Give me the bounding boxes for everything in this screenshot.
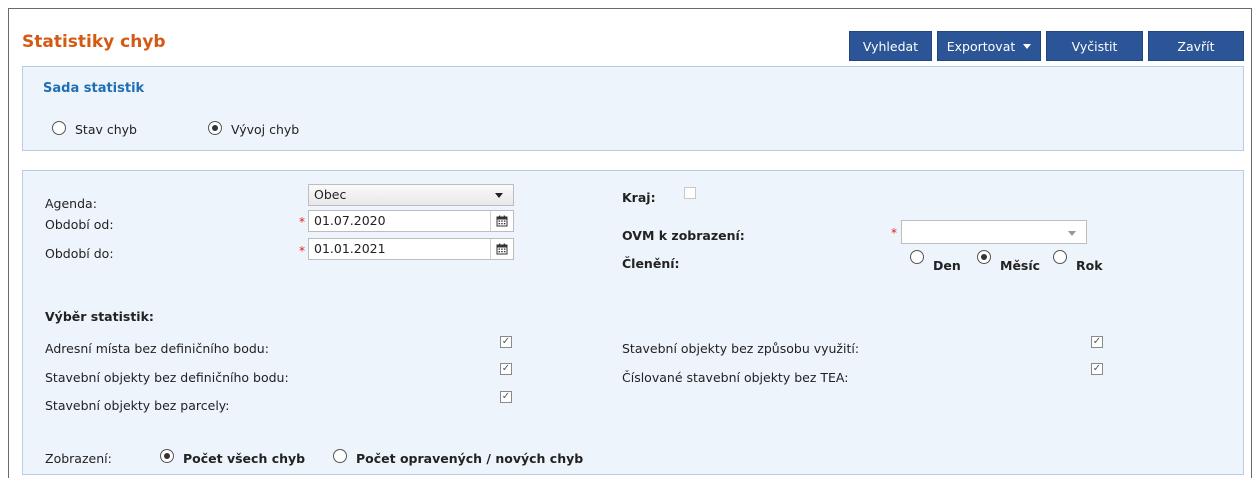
- chevron-down-icon: [495, 193, 503, 198]
- required-marker: *: [299, 244, 305, 258]
- stat-checkbox[interactable]: ✓: [500, 363, 512, 375]
- radio-display-all-label: Počet všech chyb: [183, 451, 306, 466]
- stat-label: Stavební objekty bez parcely:: [45, 398, 230, 413]
- page-title: Statistiky chyb: [22, 32, 166, 52]
- check-icon: ✓: [501, 336, 511, 347]
- check-icon: ✓: [501, 363, 511, 374]
- radio-stav-chyb-label: Stav chyb: [75, 122, 137, 137]
- search-button[interactable]: Vyhledat: [849, 31, 932, 61]
- region-label: Kraj:: [622, 190, 656, 205]
- chevron-down-icon: [1068, 231, 1076, 236]
- stat-set-panel: Sada statistik Stav chyb Vývoj chyb: [22, 66, 1244, 151]
- chevron-down-icon: [1023, 43, 1032, 49]
- period-to-label: Období do:: [45, 246, 114, 261]
- check-icon: ✓: [501, 391, 511, 402]
- required-marker: *: [299, 215, 305, 229]
- radio-breakdown-year-label: Rok: [1076, 258, 1103, 273]
- clear-button-label: Vyčistit: [1071, 38, 1118, 54]
- stat-label: Stavební objekty bez způsobu využití:: [622, 341, 860, 356]
- radio-display-fixed-new[interactable]: [333, 449, 347, 463]
- stat-label: Číslované stavební objekty bez TEA:: [622, 370, 849, 385]
- period-from-input[interactable]: 01.07.2020: [308, 210, 514, 232]
- calendar-icon[interactable]: [490, 211, 513, 231]
- stat-checkbox[interactable]: ✓: [500, 336, 512, 348]
- region-checkbox[interactable]: [684, 187, 696, 199]
- radio-breakdown-year[interactable]: [1053, 250, 1067, 264]
- stat-label: Adresní místa bez definičního bodu:: [45, 341, 269, 356]
- breakdown-label: Členění:: [622, 256, 680, 271]
- period-from-label: Období od:: [45, 217, 114, 232]
- search-button-label: Vyhledat: [862, 38, 919, 54]
- radio-vyvoj-chyb[interactable]: [208, 121, 222, 135]
- ovm-select[interactable]: [901, 220, 1087, 244]
- export-button[interactable]: Exportovat: [937, 31, 1041, 61]
- agenda-label: Agenda:: [45, 196, 97, 211]
- period-to-input[interactable]: 01.01.2021: [308, 238, 514, 260]
- radio-vyvoj-chyb-label: Vývoj chyb: [231, 122, 300, 137]
- close-button[interactable]: Zavřít: [1148, 31, 1244, 61]
- stat-checkbox[interactable]: ✓: [1091, 363, 1103, 375]
- radio-breakdown-month-label: Měsíc: [1000, 258, 1041, 273]
- check-icon: ✓: [1092, 336, 1102, 347]
- required-marker: *: [891, 226, 897, 240]
- agenda-select-value: Obec: [314, 187, 347, 202]
- period-to-value: 01.01.2021: [314, 241, 386, 256]
- stat-checkbox[interactable]: ✓: [1091, 336, 1103, 348]
- calendar-icon[interactable]: [490, 239, 513, 259]
- filter-panel: Agenda: Obec Období od: * 01.07.2020 Obd…: [22, 170, 1244, 475]
- period-from-value: 01.07.2020: [314, 213, 386, 228]
- radio-breakdown-month[interactable]: [977, 250, 991, 264]
- radio-stav-chyb[interactable]: [52, 121, 66, 135]
- stat-checkbox[interactable]: ✓: [500, 391, 512, 403]
- agenda-select[interactable]: Obec: [308, 184, 514, 206]
- display-label: Zobrazení:: [45, 451, 112, 466]
- check-icon: ✓: [1092, 363, 1102, 374]
- clear-button[interactable]: Vyčistit: [1046, 31, 1143, 61]
- ovm-label: OVM k zobrazení:: [622, 228, 745, 243]
- export-button-label: Exportovat: [946, 38, 1016, 54]
- stat-set-heading: Sada statistik: [43, 81, 145, 96]
- stat-label: Stavební objekty bez definičního bodu:: [45, 370, 289, 385]
- radio-display-all[interactable]: [160, 449, 174, 463]
- radio-breakdown-day-label: Den: [933, 258, 961, 273]
- radio-breakdown-day[interactable]: [910, 250, 924, 264]
- statistics-heading: Výběr statistik:: [45, 309, 154, 324]
- radio-display-fixed-new-label: Počet opravených / nových chyb: [356, 451, 584, 466]
- close-button-label: Zavřít: [1177, 38, 1215, 54]
